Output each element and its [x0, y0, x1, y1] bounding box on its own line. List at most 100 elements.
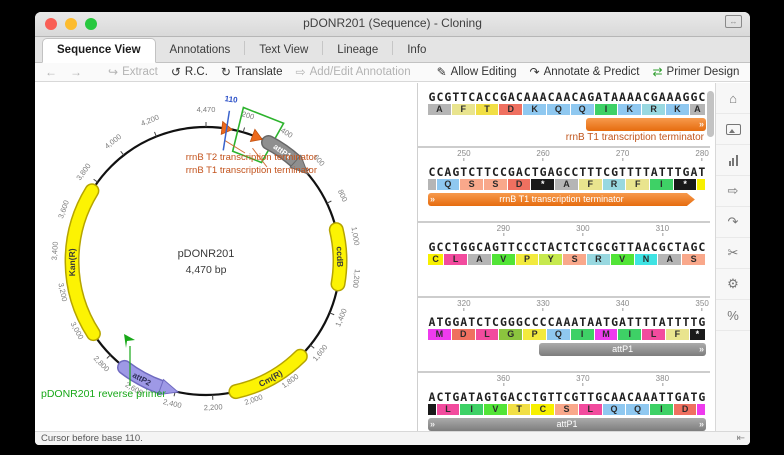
- amino-acid-cell: L: [444, 254, 468, 265]
- amino-acid-cell: S: [563, 254, 587, 265]
- dna-sequence[interactable]: GCGTTCACCGACAAACAACAGATAAAACGAAAGGC: [428, 91, 706, 104]
- window-title: pDONR201 (Sequence) - Cloning: [35, 16, 750, 30]
- translation-row: QSSD*AFRFI*: [428, 179, 706, 190]
- plasmid-map-panel[interactable]: 2004006008001,0001,2001,4001,6001,8002,0…: [35, 83, 417, 432]
- map-tick: [310, 345, 314, 348]
- back-button[interactable]: ←: [45, 65, 57, 79]
- toolbar-label: Extract: [122, 66, 158, 78]
- dna-sequence[interactable]: ACTGATAGTGACCTGTTCGTTGCAACAAATTGATG: [428, 391, 706, 404]
- map-tick-label: 1,600: [311, 343, 330, 363]
- tab-info[interactable]: Info: [393, 39, 440, 62]
- ruler-tick-label: 380: [656, 374, 669, 386]
- ruler-tick-label: 280: [695, 149, 708, 161]
- amino-acid-cell: I: [595, 104, 619, 115]
- primer-design-icon: ⇄: [652, 65, 662, 79]
- reverse-complement-button[interactable]: ↺R.C.: [171, 65, 208, 79]
- dna-sequence[interactable]: CCAGTCTTCCGACTGAGCCTTTCGTTTTATTTGAT: [428, 166, 706, 179]
- annotate-predict-button[interactable]: ↷Annotate & Predict: [530, 65, 640, 79]
- forward-icon: →: [70, 65, 82, 79]
- collapse-status-icon[interactable]: ⇤: [737, 432, 745, 445]
- ruler-tick-label: 360: [497, 374, 510, 386]
- amino-acid-cell: D: [452, 329, 476, 340]
- annotation-bar-attp1[interactable]: »attP1»: [428, 418, 706, 431]
- scrollbar-thumb[interactable]: [707, 91, 714, 137]
- feature-label: Kan(R): [67, 248, 77, 276]
- map-tick-label: 800: [336, 188, 350, 203]
- ruler-line: [418, 296, 710, 298]
- extract-button[interactable]: ↪ Extract: [108, 65, 158, 79]
- dna-sequence[interactable]: ATGGATCTCGGGCCCCAAATAATGATTTTATTTTG: [428, 316, 706, 329]
- continues-left-chevron: »: [430, 418, 434, 431]
- toolbar-label: R.C.: [185, 66, 208, 78]
- add-edit-annotation-button[interactable]: ⇨Add/Edit Annotation: [296, 65, 411, 79]
- annotation-bar-rrnb-t1[interactable]: »: [586, 118, 706, 131]
- primers-percent-icon[interactable]: %: [716, 300, 750, 331]
- ruler-tick-label: 250: [457, 149, 470, 161]
- amino-acid-cell: R: [603, 179, 627, 190]
- annotation-bar-label: rrnB T1 transcription terminator: [499, 194, 623, 204]
- allow-editing-button[interactable]: ✎Allow Editing: [437, 65, 517, 79]
- annotation-bar-attp1[interactable]: attP1»: [539, 343, 706, 356]
- ruler-tick-label: 330: [536, 299, 549, 311]
- amino-acid-cell: C: [531, 404, 555, 415]
- settings-gear-icon[interactable]: ⚙: [716, 269, 750, 300]
- amino-acid-cell: V: [611, 254, 635, 265]
- map-tick-label: 1,400: [333, 307, 349, 328]
- amino-acid-cell: A: [690, 104, 706, 115]
- translate-button[interactable]: ↻Translate: [221, 65, 283, 79]
- amino-acid-cell: S: [682, 254, 706, 265]
- map-tick-label: 4,200: [139, 113, 160, 128]
- reverse-primer-marker[interactable]: [124, 334, 135, 348]
- map-tick-label: 4,470: [197, 105, 216, 114]
- annotate-icon[interactable]: ↷: [716, 207, 750, 238]
- amino-acid-cell: M: [428, 329, 452, 340]
- amino-acid-cell: D: [499, 104, 523, 115]
- amino-acid-cell: V: [492, 254, 516, 265]
- home-icon[interactable]: ⌂: [716, 83, 750, 114]
- sequence-panel[interactable]: GCGTTCACCGACAAACAACAGATAAAACGAAAGGCAFTDK…: [418, 83, 715, 432]
- amino-acid-cell: N: [635, 254, 659, 265]
- dna-sequence[interactable]: GCCTGGCAGTTCCCTACTCTCGCGTTAACGCTAGC: [428, 241, 706, 254]
- tab-text-view[interactable]: Text View: [245, 39, 322, 62]
- amino-acid-cell: I: [460, 404, 484, 415]
- amino-acid-cell: C: [428, 254, 444, 265]
- ruler-tick-label: 320: [457, 299, 470, 311]
- amino-acid-cell: L: [476, 329, 500, 340]
- amino-acid-cell: D: [508, 179, 532, 190]
- continues-right-chevron: »: [699, 343, 703, 356]
- tab-sequence-view[interactable]: Sequence View: [42, 38, 156, 63]
- extract-icon: ↪: [108, 65, 118, 79]
- terminator-label: rrnB T1 transcription terminator: [186, 165, 317, 176]
- annotation-label: rrnB T1 transcription terminator: [428, 132, 704, 143]
- status-text: Cursor before base 110.: [41, 433, 143, 444]
- map-tick-label: 2,200: [204, 402, 223, 412]
- history-chart-icon[interactable]: [716, 145, 750, 176]
- annotation-bar-label: attP1: [556, 419, 577, 429]
- enzymes-scissors-icon[interactable]: ✂: [716, 238, 750, 269]
- amino-acid-cell: I: [618, 329, 642, 340]
- feature-arrow-icon[interactable]: ⇨: [716, 176, 750, 207]
- amino-acid-cell: R: [587, 254, 611, 265]
- translation-row: AFTDKQQIKRKA: [428, 104, 706, 115]
- ruler-tick-label: 350: [695, 299, 708, 311]
- annotation-bar-rrnb-t1-transcription-terminator[interactable]: »rrnB T1 transcription terminator: [428, 193, 695, 206]
- ruler-tick-label: 260: [536, 149, 549, 161]
- amino-acid-cell: [428, 179, 437, 190]
- map-tick-label: 3,600: [56, 199, 71, 220]
- panel-toggle-icon[interactable]: ↔: [725, 15, 742, 28]
- amino-acid-cell: L: [437, 404, 461, 415]
- map-tick-label: 1,200: [351, 269, 362, 289]
- presentation-icon[interactable]: [716, 114, 750, 145]
- amino-acid-cell: I: [650, 404, 674, 415]
- amino-acid-cell: L: [642, 329, 666, 340]
- plasmid-map[interactable]: 2004006008001,0001,2001,4001,6001,8002,0…: [35, 83, 417, 435]
- forward-button[interactable]: →: [70, 65, 82, 79]
- vertical-scrollbar[interactable]: [705, 85, 714, 430]
- primer-design-button[interactable]: ⇄Primer Design: [652, 65, 739, 79]
- ruler-tick-label: 270: [616, 149, 629, 161]
- amino-acid-cell: T: [476, 104, 500, 115]
- tab-lineage[interactable]: Lineage: [323, 39, 392, 62]
- main-content: 2004006008001,0001,2001,4001,6001,8002,0…: [35, 83, 750, 432]
- ruler-tick-label: 300: [576, 224, 589, 236]
- tab-annotations[interactable]: Annotations: [156, 39, 245, 62]
